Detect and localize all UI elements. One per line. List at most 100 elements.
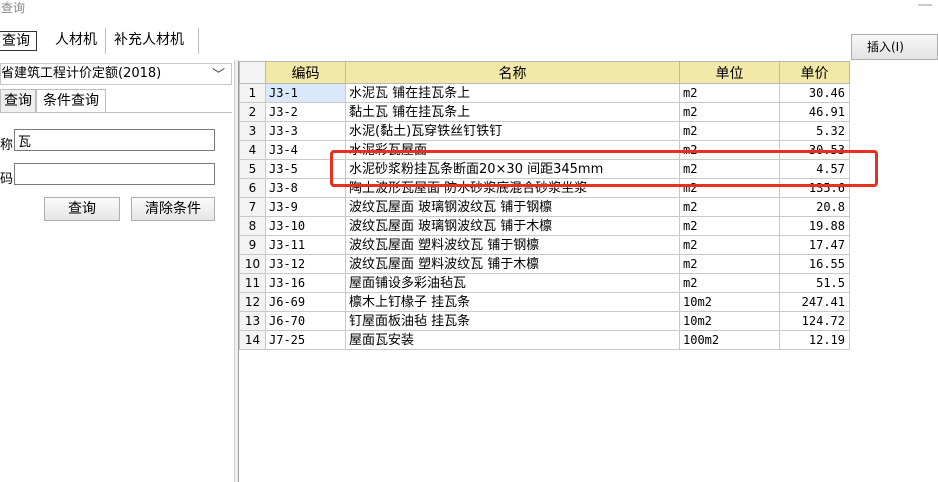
header-code[interactable]: 编码 [265, 61, 346, 84]
cell-name[interactable]: 水泥瓦 铺在挂瓦条上 [345, 83, 680, 103]
cell-price[interactable]: 135.6 [779, 178, 850, 198]
cell-code[interactable]: J3-10 [265, 216, 346, 236]
cell-code[interactable]: J3-4 [265, 140, 346, 160]
cell-price[interactable]: 16.55 [779, 254, 850, 274]
cell-price[interactable]: 12.19 [779, 330, 850, 350]
cell-unit[interactable]: m2 [679, 102, 780, 122]
table-row[interactable]: 10 J3-12 波纹瓦屋面 塑料波纹瓦 铺于木檩 m2 16.55 [239, 254, 850, 274]
cell-code[interactable]: J3-8 [265, 178, 346, 198]
table-row[interactable]: 4 J3-4 水泥彩瓦屋面 m2 30.53 [239, 140, 850, 160]
cell-unit[interactable]: m2 [679, 273, 780, 293]
cell-unit[interactable]: m2 [679, 83, 780, 103]
tab-query[interactable]: 查询 [0, 31, 37, 51]
row-number[interactable]: 9 [239, 235, 266, 255]
cell-unit[interactable]: 10m2 [679, 292, 780, 312]
subtab-condition-query[interactable]: 条件查询 [36, 89, 106, 113]
table-row[interactable]: 1 J3-1 水泥瓦 铺在挂瓦条上 m2 30.46 [239, 83, 850, 103]
cell-name[interactable]: 陶土波形瓦屋面 防水砂浆底混合砂浆坐浆 [345, 178, 680, 198]
cell-name[interactable]: 波纹瓦屋面 玻璃钢波纹瓦 铺于木檩 [345, 216, 680, 236]
table-row[interactable]: 3 J3-3 水泥(黏土)瓦穿铁丝钉铁钉 m2 5.32 [239, 121, 850, 141]
table-row[interactable]: 13 J6-70 钉屋面板油毡 挂瓦条 10m2 124.72 [239, 311, 850, 331]
cell-code[interactable]: J3-9 [265, 197, 346, 217]
cell-name[interactable]: 檩木上钉椽子 挂瓦条 [345, 292, 680, 312]
table-row[interactable]: 8 J3-10 波纹瓦屋面 玻璃钢波纹瓦 铺于木檩 m2 19.88 [239, 216, 850, 236]
chevron-down-icon[interactable]: ﹀ [212, 66, 225, 86]
cell-price[interactable]: 5.32 [779, 121, 850, 141]
cell-price[interactable]: 30.53 [779, 140, 850, 160]
insert-button[interactable]: 插入(I) [851, 34, 938, 60]
row-number[interactable]: 3 [239, 121, 266, 141]
cell-name[interactable]: 水泥砂浆粉挂瓦条断面20×30 间距345mm [345, 159, 680, 179]
cell-name[interactable]: 屋面瓦安装 [345, 330, 680, 350]
row-number[interactable]: 6 [239, 178, 266, 198]
tab-labor-material-machine[interactable]: 人材机 [47, 28, 106, 54]
cell-unit[interactable]: 100m2 [679, 330, 780, 350]
cell-code[interactable]: J6-69 [265, 292, 346, 312]
tab-supplement-labor-material-machine[interactable]: 补充人材机 [106, 28, 199, 54]
table-row[interactable]: 9 J3-11 波纹瓦屋面 塑料波纹瓦 铺于钢檩 m2 17.47 [239, 235, 850, 255]
cell-code[interactable]: J6-70 [265, 311, 346, 331]
row-number[interactable]: 7 [239, 197, 266, 217]
cell-unit[interactable]: m2 [679, 140, 780, 160]
cell-price[interactable]: 124.72 [779, 311, 850, 331]
cell-name[interactable]: 水泥(黏土)瓦穿铁丝钉铁钉 [345, 121, 680, 141]
cell-code[interactable]: J3-5 [265, 159, 346, 179]
row-number[interactable]: 10 [239, 254, 266, 274]
row-number[interactable]: 4 [239, 140, 266, 160]
subtab-query[interactable]: 查询 [0, 89, 36, 113]
cell-code[interactable]: J3-2 [265, 102, 346, 122]
clear-conditions-button[interactable]: 清除条件 [131, 197, 215, 221]
cell-unit[interactable]: m2 [679, 235, 780, 255]
cell-unit[interactable]: m2 [679, 121, 780, 141]
row-number[interactable]: 2 [239, 102, 266, 122]
query-button[interactable]: 查询 [44, 197, 120, 221]
header-unit[interactable]: 单位 [679, 61, 780, 84]
cell-price[interactable]: 17.47 [779, 235, 850, 255]
row-number[interactable]: 14 [239, 330, 266, 350]
table-row[interactable]: 12 J6-69 檩木上钉椽子 挂瓦条 10m2 247.41 [239, 292, 850, 312]
cell-unit[interactable]: m2 [679, 197, 780, 217]
cell-unit[interactable]: m2 [679, 216, 780, 236]
cell-price[interactable]: 20.8 [779, 197, 850, 217]
cell-name[interactable]: 黏土瓦 铺在挂瓦条上 [345, 102, 680, 122]
cell-price[interactable]: 19.88 [779, 216, 850, 236]
cell-name[interactable]: 波纹瓦屋面 塑料波纹瓦 铺于木檩 [345, 254, 680, 274]
cell-price[interactable]: 4.57 [779, 159, 850, 179]
cell-code[interactable]: J3-16 [265, 273, 346, 293]
minimize-button[interactable] [918, 4, 932, 6]
cell-code[interactable]: J3-12 [265, 254, 346, 274]
quota-library-select[interactable]: 省建筑工程计价定额(2018) ﹀ [0, 63, 232, 85]
table-row[interactable]: 2 J3-2 黏土瓦 铺在挂瓦条上 m2 46.91 [239, 102, 850, 122]
cell-unit[interactable]: 10m2 [679, 311, 780, 331]
name-input[interactable] [14, 129, 215, 151]
cell-name[interactable]: 钉屋面板油毡 挂瓦条 [345, 311, 680, 331]
cell-code[interactable]: J3-11 [265, 235, 346, 255]
cell-name[interactable]: 波纹瓦屋面 塑料波纹瓦 铺于钢檩 [345, 235, 680, 255]
cell-unit[interactable]: m2 [679, 254, 780, 274]
header-name[interactable]: 名称 [345, 61, 680, 84]
table-row[interactable]: 5 J3-5 水泥砂浆粉挂瓦条断面20×30 间距345mm m2 4.57 [239, 159, 850, 179]
cell-code[interactable]: J7-25 [265, 330, 346, 350]
code-input[interactable] [14, 163, 215, 185]
cell-unit[interactable]: m2 [679, 159, 780, 179]
cell-price[interactable]: 30.46 [779, 83, 850, 103]
table-row[interactable]: 7 J3-9 波纹瓦屋面 玻璃钢波纹瓦 铺于钢檩 m2 20.8 [239, 197, 850, 217]
cell-name[interactable]: 波纹瓦屋面 玻璃钢波纹瓦 铺于钢檩 [345, 197, 680, 217]
row-number[interactable]: 5 [239, 159, 266, 179]
cell-price[interactable]: 46.91 [779, 102, 850, 122]
cell-name[interactable]: 水泥彩瓦屋面 [345, 140, 680, 160]
cell-price[interactable]: 51.5 [779, 273, 850, 293]
cell-price[interactable]: 247.41 [779, 292, 850, 312]
table-row[interactable]: 14 J7-25 屋面瓦安装 100m2 12.19 [239, 330, 850, 350]
table-row[interactable]: 6 J3-8 陶土波形瓦屋面 防水砂浆底混合砂浆坐浆 m2 135.6 [239, 178, 850, 198]
cell-unit[interactable]: m2 [679, 178, 780, 198]
row-number[interactable]: 12 [239, 292, 266, 312]
header-price[interactable]: 单价 [779, 61, 850, 84]
row-number[interactable]: 13 [239, 311, 266, 331]
row-number[interactable]: 8 [239, 216, 266, 236]
cell-code[interactable]: J3-3 [265, 121, 346, 141]
row-number[interactable]: 11 [239, 273, 266, 293]
row-number[interactable]: 1 [239, 83, 266, 103]
table-row[interactable]: 11 J3-16 屋面铺设多彩油毡瓦 m2 51.5 [239, 273, 850, 293]
cell-name[interactable]: 屋面铺设多彩油毡瓦 [345, 273, 680, 293]
